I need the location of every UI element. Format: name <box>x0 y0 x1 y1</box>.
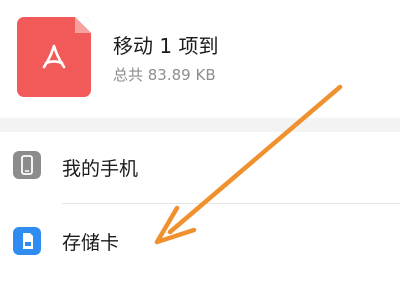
phone-icon <box>13 151 41 179</box>
move-to-screen: 移动 1 项到 总共 83.89 KB 我的手机 存储卡 <box>0 0 400 300</box>
pdf-symbol-icon <box>42 44 66 69</box>
pdf-file-corner <box>75 17 91 33</box>
sd-card-icon <box>13 227 41 255</box>
move-destination-title: 移动 1 项到 <box>113 34 219 58</box>
file-summary-header: 移动 1 项到 总共 83.89 KB <box>0 0 400 118</box>
location-label-sd-card: 存储卡 <box>62 232 120 254</box>
storage-location-list: 我的手机 存储卡 <box>0 132 400 300</box>
total-size-label: 总共 83.89 KB <box>113 66 216 84</box>
section-separator <box>0 118 400 132</box>
location-item-sd-card[interactable]: 存储卡 <box>0 204 400 274</box>
pdf-file-icon <box>17 17 91 97</box>
location-item-my-phone[interactable]: 我的手机 <box>0 132 400 204</box>
location-label-my-phone: 我的手机 <box>62 158 139 180</box>
